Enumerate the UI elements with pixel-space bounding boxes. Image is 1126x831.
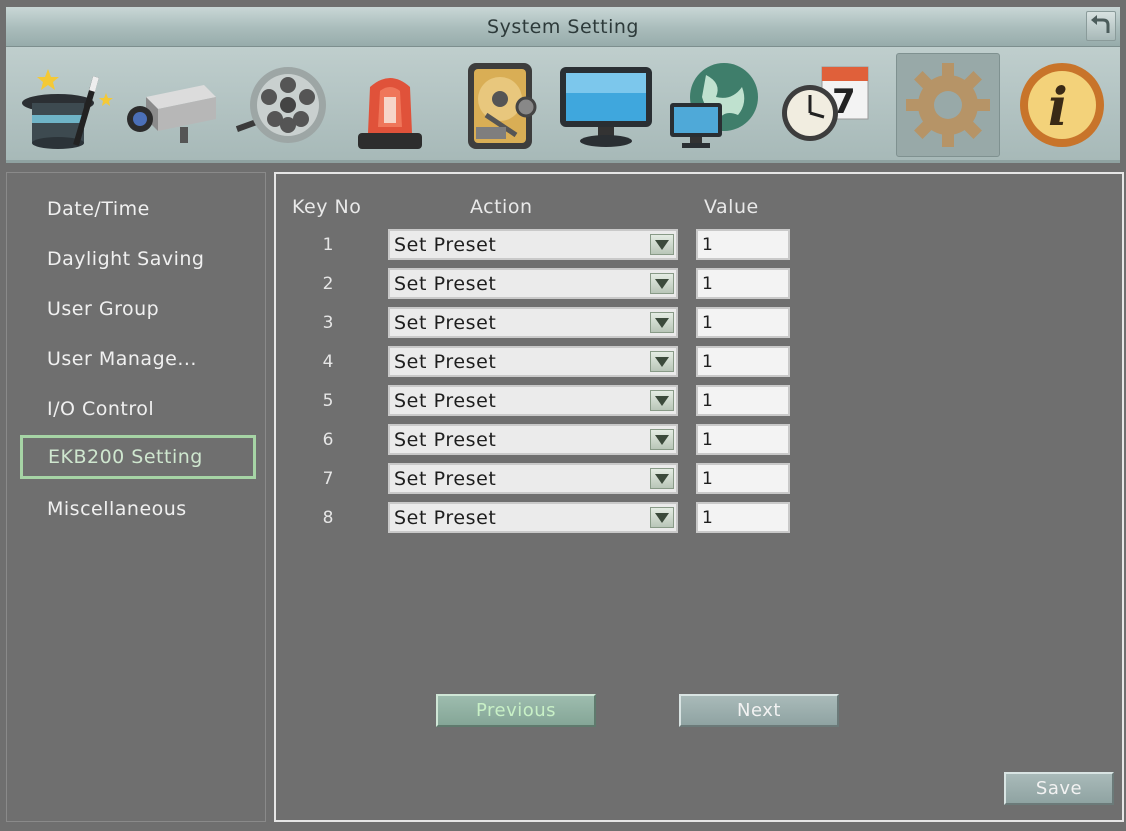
value-text: 1 [702, 391, 713, 411]
chevron-down-icon[interactable] [650, 390, 674, 411]
key-number: 8 [322, 508, 334, 528]
record-tool-button[interactable] [230, 53, 334, 157]
value-text: 1 [702, 469, 713, 489]
magic-hat-icon [22, 69, 113, 149]
alarm-beacon-icon [358, 78, 422, 149]
action-select[interactable]: Set Preset [388, 463, 678, 494]
window-title: System Setting [487, 16, 639, 38]
value-text: 1 [702, 430, 713, 450]
action-header: Action [470, 196, 533, 218]
chevron-down-icon[interactable] [650, 351, 674, 372]
value-field[interactable]: 1 [696, 346, 790, 377]
network-globe-icon [670, 63, 758, 148]
main-toolbar: 7 i [6, 47, 1120, 163]
value-field[interactable]: 1 [696, 424, 790, 455]
chevron-down-icon[interactable] [650, 507, 674, 528]
chevron-down-icon[interactable] [650, 234, 674, 255]
value-field[interactable]: 1 [696, 268, 790, 299]
sidebar-item-daylight-saving[interactable]: Daylight Saving [20, 237, 256, 281]
wizard-tool-button[interactable] [14, 53, 118, 157]
table-row: 7 Set Preset 1 [276, 463, 1122, 497]
disk-tool-button[interactable] [446, 53, 550, 157]
table-row: 2 Set Preset 1 [276, 268, 1122, 302]
table-row: 5 Set Preset 1 [276, 385, 1122, 419]
key-number: 3 [322, 313, 334, 333]
value-field[interactable]: 1 [696, 385, 790, 416]
camera-icon [127, 85, 216, 143]
table-row: 1 Set Preset 1 [276, 229, 1122, 263]
gear-icon [906, 63, 990, 147]
sidebar-item-user-group[interactable]: User Group [20, 287, 256, 331]
action-select[interactable]: Set Preset [388, 307, 678, 338]
info-icon: i [1020, 63, 1104, 147]
title-bar: System Setting [6, 7, 1120, 47]
value-field[interactable]: 1 [696, 502, 790, 533]
key-number: 1 [322, 235, 334, 255]
value-text: 1 [702, 274, 713, 294]
schedule-clock-icon: 7 [782, 66, 869, 141]
hard-disk-icon [468, 63, 537, 149]
value-field[interactable]: 1 [696, 229, 790, 260]
chevron-down-icon[interactable] [650, 312, 674, 333]
sidebar-item-date-time[interactable]: Date/Time [20, 187, 256, 231]
table-row: 8 Set Preset 1 [276, 502, 1122, 536]
table-row: 4 Set Preset 1 [276, 346, 1122, 380]
key-number: 7 [322, 469, 334, 489]
value-field[interactable]: 1 [696, 307, 790, 338]
action-select-value: Set Preset [394, 312, 497, 334]
action-select-value: Set Preset [394, 507, 497, 529]
record-reel-icon [235, 67, 326, 143]
back-arrow-icon [1091, 15, 1110, 33]
action-select[interactable]: Set Preset [388, 346, 678, 377]
sidebar-item-ekb200-setting[interactable]: EKB200 Setting [20, 435, 256, 479]
action-select[interactable]: Set Preset [388, 385, 678, 416]
key-number: 2 [322, 274, 334, 294]
sidebar-item-io-control[interactable]: I/O Control [20, 387, 256, 431]
display-tool-button[interactable] [554, 53, 658, 157]
sidebar-item-miscellaneous[interactable]: Miscellaneous [20, 487, 256, 531]
table-row: 6 Set Preset 1 [276, 424, 1122, 458]
previous-button[interactable]: Previous [436, 694, 596, 727]
value-text: 1 [702, 352, 713, 372]
action-select[interactable]: Set Preset [388, 502, 678, 533]
action-select-value: Set Preset [394, 390, 497, 412]
table-row: 3 Set Preset 1 [276, 307, 1122, 341]
action-select-value: Set Preset [394, 468, 497, 490]
value-text: 1 [702, 235, 713, 255]
action-select[interactable]: Set Preset [388, 268, 678, 299]
value-field[interactable]: 1 [696, 463, 790, 494]
camera-tool-button[interactable] [122, 53, 226, 157]
chevron-down-icon[interactable] [650, 429, 674, 450]
action-select-value: Set Preset [394, 351, 497, 373]
value-header: Value [704, 196, 759, 218]
chevron-down-icon[interactable] [650, 468, 674, 489]
key-number: 5 [322, 391, 334, 411]
chevron-down-icon[interactable] [650, 273, 674, 294]
key-number: 6 [322, 430, 334, 450]
back-button[interactable] [1086, 11, 1116, 41]
monitor-icon [560, 67, 652, 147]
ekb200-settings-panel: Key No Action Value 1 Set Preset 1 2 Set… [274, 172, 1124, 822]
system-setting-tool-button[interactable] [896, 53, 1000, 157]
network-tool-button[interactable] [662, 53, 766, 157]
key-no-header: Key No [292, 196, 362, 218]
info-glyph: i [1048, 77, 1068, 138]
action-select[interactable]: Set Preset [388, 229, 678, 260]
schedule-tool-button[interactable]: 7 [770, 53, 874, 157]
settings-sidebar: Date/Time Daylight Saving User Group Use… [6, 172, 266, 822]
action-select-value: Set Preset [394, 429, 497, 451]
action-select-value: Set Preset [394, 273, 497, 295]
action-select[interactable]: Set Preset [388, 424, 678, 455]
save-button[interactable]: Save [1004, 772, 1114, 805]
sidebar-item-user-manage[interactable]: User Manage... [20, 337, 256, 381]
alarm-tool-button[interactable] [338, 53, 442, 157]
info-tool-button[interactable]: i [1010, 53, 1114, 157]
value-text: 1 [702, 313, 713, 333]
next-button[interactable]: Next [679, 694, 839, 727]
action-select-value: Set Preset [394, 234, 497, 256]
value-text: 1 [702, 508, 713, 528]
key-number: 4 [322, 352, 334, 372]
